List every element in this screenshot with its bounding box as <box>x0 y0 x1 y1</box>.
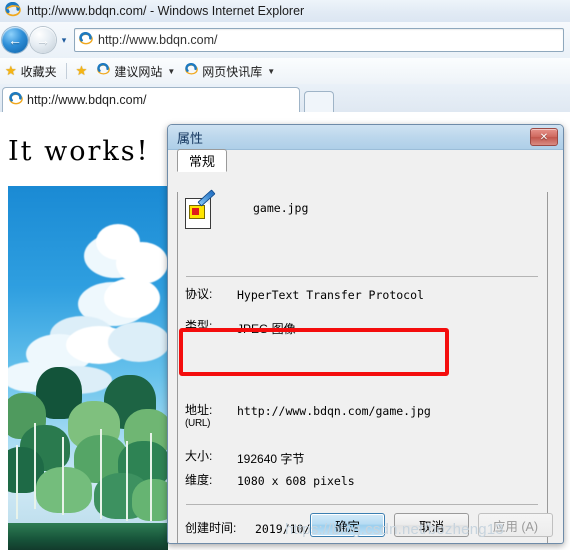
field-url: 地址: (URL) http://www.bdqn.com/game.jpg <box>185 404 545 430</box>
recent-pages-dropdown[interactable]: ▾ <box>56 27 72 53</box>
field-label: 大小: <box>185 449 213 463</box>
address-bar[interactable]: http://www.bdqn.com/ <box>74 28 564 52</box>
field-value: http://www.bdqn.com/game.jpg <box>237 404 431 418</box>
field-label-main: 地址: <box>185 403 213 417</box>
field-size: 大小: 192640 字节 <box>185 450 545 467</box>
field-type: 类型: JPEG 图像 <box>185 320 545 337</box>
image-ground <box>8 523 168 550</box>
chevron-down-icon[interactable]: ▼ <box>167 67 175 76</box>
favorites-bar: ★ 收藏夹 ★ 建议网站 ▼ 网页快讯库 ▼ <box>0 58 570 85</box>
page-icon <box>79 31 93 49</box>
page-image[interactable] <box>8 186 168 550</box>
tree-trunk <box>150 432 152 521</box>
back-button[interactable]: ← <box>2 27 28 53</box>
field-label-sub: (URL) <box>185 418 211 429</box>
forward-arrow-icon: → <box>36 32 50 48</box>
toolbar-separator <box>65 63 67 79</box>
star-plus-icon: ★ <box>75 63 88 78</box>
window-title-text: http://www.bdqn.com/ - Windows Internet … <box>27 4 305 18</box>
favorites-item-suggested-sites[interactable]: 建议网站 ▼ <box>92 61 180 81</box>
tree-trunk <box>16 444 18 519</box>
add-to-favorites-button[interactable]: ★ <box>71 61 93 81</box>
close-icon[interactable]: ✕ <box>530 128 558 146</box>
favorites-item-web-slice[interactable]: 网页快讯库 ▼ <box>180 61 280 81</box>
internet-explorer-window: http://www.bdqn.com/ - Windows Internet … <box>0 0 570 550</box>
tree-trunk <box>34 422 36 509</box>
internet-explorer-icon <box>5 1 21 21</box>
dialog-body: game.jpg 协议: HyperText Transfer Protocol… <box>178 189 547 537</box>
tab-favicon <box>9 91 23 109</box>
new-tab-button[interactable] <box>304 91 334 112</box>
cloud <box>108 322 168 362</box>
tree-trunk <box>126 440 128 521</box>
field-value: 1080 x 608 pixels <box>237 474 355 488</box>
field-label: 地址: (URL) <box>185 404 237 430</box>
field-value: JPEG 图像 <box>237 322 296 336</box>
cancel-button[interactable]: 取消 <box>394 513 469 537</box>
cloud <box>104 278 160 318</box>
tab-label: http://www.bdqn.com/ <box>27 93 147 107</box>
field-value: HyperText Transfer Protocol <box>237 288 424 302</box>
address-bar-url: http://www.bdqn.com/ <box>98 33 218 47</box>
window-titlebar: http://www.bdqn.com/ - Windows Internet … <box>0 0 570 22</box>
field-value: 192640 字节 <box>237 452 305 466</box>
dialog-panel: game.jpg 协议: HyperText Transfer Protocol… <box>177 189 548 543</box>
back-arrow-icon: ← <box>8 32 22 48</box>
dialog-button-row: 确定 取消 应用 (A) <box>168 513 563 537</box>
field-label: 维度: <box>185 473 213 487</box>
forward-button[interactable]: → <box>30 27 56 53</box>
ie-small-icon <box>97 62 111 79</box>
page-heading: It works! <box>8 136 150 167</box>
dialog-titlebar: 属性 ✕ <box>168 125 563 150</box>
tab-strip: http://www.bdqn.com/ <box>0 84 570 113</box>
field-label: 协议: <box>185 287 213 301</box>
navigation-toolbar: ← → ▾ http://www.bdqn.com/ <box>0 22 570 58</box>
picture-glyph <box>189 205 205 219</box>
field-dimensions: 维度: 1080 x 608 pixels <box>185 473 545 489</box>
properties-dialog: 属性 ✕ 常规 game.jpg 协议: HyperText Transfer … <box>167 124 564 544</box>
image-forest <box>8 366 168 550</box>
field-protocol: 协议: HyperText Transfer Protocol <box>185 287 545 303</box>
ok-button[interactable]: 确定 <box>310 513 385 537</box>
field-label: 类型: <box>185 319 213 333</box>
tab-general[interactable]: 常规 <box>177 149 228 172</box>
dialog-tab-row: 常规 <box>168 149 563 172</box>
ie-small-icon <box>185 62 199 79</box>
favorites-item-label: 网页快讯库 <box>202 64 263 79</box>
favorites-item-label: 建议网站 <box>114 64 163 79</box>
favorites-label: 收藏夹 <box>20 64 57 79</box>
tree-trunk <box>100 428 102 519</box>
divider <box>186 504 538 505</box>
browser-tab-active[interactable]: http://www.bdqn.com/ <box>2 87 300 112</box>
tree-trunk <box>62 436 64 515</box>
divider <box>186 276 538 277</box>
favorites-button[interactable]: ★ 收藏夹 <box>0 61 62 81</box>
star-icon: ★ <box>5 63 17 78</box>
apply-button: 应用 (A) <box>478 513 553 537</box>
tree <box>36 466 92 513</box>
dialog-title-text: 属性 <box>177 130 204 146</box>
chevron-down-icon[interactable]: ▼ <box>267 67 275 76</box>
file-name-text: game.jpg <box>253 201 309 215</box>
file-header-row: game.jpg <box>185 189 309 229</box>
image-file-icon <box>185 189 216 229</box>
